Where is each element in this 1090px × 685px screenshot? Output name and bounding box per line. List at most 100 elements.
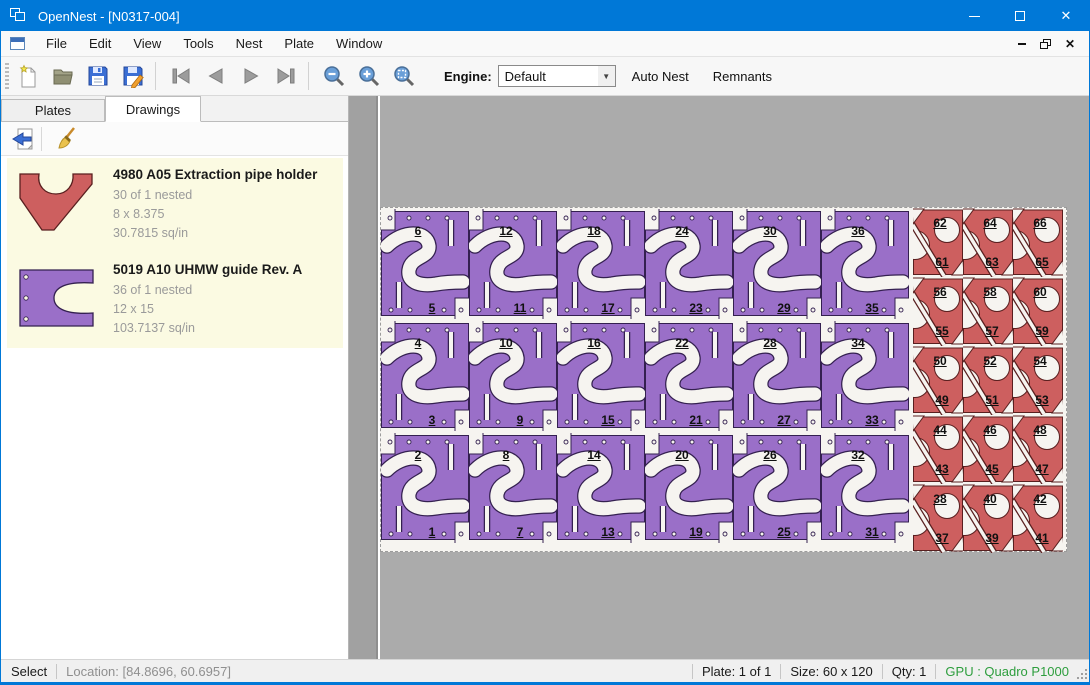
nest-part-pair[interactable]: 4847: [1013, 415, 1063, 484]
nest-part-pair[interactable]: 4039: [963, 484, 1013, 553]
maximize-button[interactable]: [997, 1, 1043, 31]
window-title: OpenNest - [N0317-004]: [38, 9, 180, 24]
nest-part-pair[interactable]: 5049: [913, 346, 963, 415]
menu-nest[interactable]: Nest: [225, 32, 274, 55]
part-number: 10: [492, 336, 520, 350]
part-number: 8: [492, 448, 520, 462]
status-location: Location: [84.8696, 60.6957]: [66, 664, 231, 679]
nest-part-pair[interactable]: 3837: [913, 484, 963, 553]
clear-drawings-button[interactable]: [52, 125, 82, 153]
new-document-button[interactable]: [12, 60, 44, 92]
nest-part-pair[interactable]: 65: [381, 208, 469, 320]
nest-part-pair[interactable]: 3433: [821, 320, 909, 432]
menu-file[interactable]: File: [35, 32, 78, 55]
part-number: 31: [858, 525, 886, 539]
nest-part-pair[interactable]: 5251: [963, 346, 1013, 415]
nest-part-pair[interactable]: 2019: [645, 432, 733, 544]
nest-part-pair[interactable]: 1211: [469, 208, 557, 320]
nest-part-pair[interactable]: 43: [381, 320, 469, 432]
part-number: 57: [978, 324, 1006, 338]
auto-nest-button[interactable]: Auto Nest: [624, 63, 697, 90]
zoom-out-button[interactable]: [318, 60, 350, 92]
status-bar: Select Location: [84.8696, 60.6957] Plat…: [1, 659, 1089, 682]
tab-plates[interactable]: Plates: [1, 99, 105, 121]
nest-part-pair[interactable]: 4241: [1013, 484, 1063, 553]
nest-part-pair[interactable]: 6665: [1013, 208, 1063, 277]
nest-part-pair[interactable]: 5655: [913, 277, 963, 346]
nest-part-pair[interactable]: 5453: [1013, 346, 1063, 415]
import-drawing-button[interactable]: [7, 125, 37, 153]
mdi-minimize-button[interactable]: [1018, 43, 1026, 45]
nest-part-pair[interactable]: 2625: [733, 432, 821, 544]
nest-part-pair[interactable]: 1413: [557, 432, 645, 544]
save-button[interactable]: [82, 60, 114, 92]
remnants-button[interactable]: Remnants: [705, 63, 780, 90]
nest-part-pair[interactable]: 2423: [645, 208, 733, 320]
part-number: 7: [506, 525, 534, 539]
nest-part-pair[interactable]: 6261: [913, 208, 963, 277]
tab-drawings[interactable]: Drawings: [105, 96, 201, 122]
close-button[interactable]: ✕: [1043, 1, 1089, 31]
nest-part-pair[interactable]: 4645: [963, 415, 1013, 484]
menu-tools[interactable]: Tools: [172, 32, 224, 55]
zoom-fit-icon: [392, 64, 416, 88]
nest-part-pair[interactable]: 3029: [733, 208, 821, 320]
part-number: 16: [580, 336, 608, 350]
drawing-item[interactable]: 5019 A10 UHMW guide Rev. A 36 of 1 neste…: [7, 253, 343, 348]
drawing-nested: 36 of 1 nested: [113, 281, 302, 300]
plate-sheet: 6512111817242330293635431091615222128273…: [380, 207, 1067, 552]
part-number: 4: [404, 336, 432, 350]
mdi-close-button[interactable]: ✕: [1065, 39, 1075, 49]
go-last-button[interactable]: [270, 60, 302, 92]
drawing-item[interactable]: 4980 A05 Extraction pipe holder 30 of 1 …: [7, 158, 343, 253]
part-number: 28: [756, 336, 784, 350]
part-number: 46: [976, 423, 1004, 437]
nest-part-pair[interactable]: 3231: [821, 432, 909, 544]
part-number: 12: [492, 224, 520, 238]
nest-canvas[interactable]: 6512111817242330293635431091615222128273…: [380, 96, 1089, 661]
go-previous-button[interactable]: [200, 60, 232, 92]
part-number: 24: [668, 224, 696, 238]
zoom-in-button[interactable]: [353, 60, 385, 92]
panel-splitter[interactable]: [349, 96, 378, 661]
mdi-restore-button[interactable]: [1040, 39, 1051, 49]
go-next-button[interactable]: [235, 60, 267, 92]
menu-window[interactable]: Window: [325, 32, 393, 55]
part-number: 60: [1026, 285, 1054, 299]
part-number: 3: [418, 413, 446, 427]
part-number: 54: [1026, 354, 1054, 368]
nest-part-pair[interactable]: 2827: [733, 320, 821, 432]
save-as-icon: [121, 64, 145, 88]
part-number: 29: [770, 301, 798, 315]
nest-part-pair[interactable]: 4443: [913, 415, 963, 484]
menu-view[interactable]: View: [122, 32, 172, 55]
nest-part-pair[interactable]: 2221: [645, 320, 733, 432]
part-number: 52: [976, 354, 1004, 368]
save-as-button[interactable]: [117, 60, 149, 92]
engine-select[interactable]: Default ▼: [498, 65, 616, 87]
toolbar-grip[interactable]: [5, 63, 9, 89]
status-mode: Select: [11, 664, 47, 679]
zoom-fit-button[interactable]: [388, 60, 420, 92]
nest-part-pair[interactable]: 1615: [557, 320, 645, 432]
nest-part-pair[interactable]: 5857: [963, 277, 1013, 346]
go-last-icon: [274, 64, 298, 88]
nest-part-pair[interactable]: 21: [381, 432, 469, 544]
go-first-button[interactable]: [165, 60, 197, 92]
mdi-document-icon[interactable]: [10, 37, 25, 50]
menu-plate[interactable]: Plate: [273, 32, 325, 55]
broom-icon: [54, 126, 80, 152]
part-number: 26: [756, 448, 784, 462]
nest-part-pair[interactable]: 109: [469, 320, 557, 432]
nest-part-pair[interactable]: 1817: [557, 208, 645, 320]
resize-grip[interactable]: [1075, 667, 1087, 679]
nest-part-pair[interactable]: 6059: [1013, 277, 1063, 346]
menu-edit[interactable]: Edit: [78, 32, 122, 55]
nest-part-pair[interactable]: 87: [469, 432, 557, 544]
open-button[interactable]: [47, 60, 79, 92]
nest-part-pair[interactable]: 6463: [963, 208, 1013, 277]
go-previous-icon: [204, 64, 228, 88]
nest-part-pair[interactable]: 3635: [821, 208, 909, 320]
minimize-button[interactable]: [951, 1, 997, 31]
status-plate: Plate: 1 of 1: [702, 664, 771, 679]
